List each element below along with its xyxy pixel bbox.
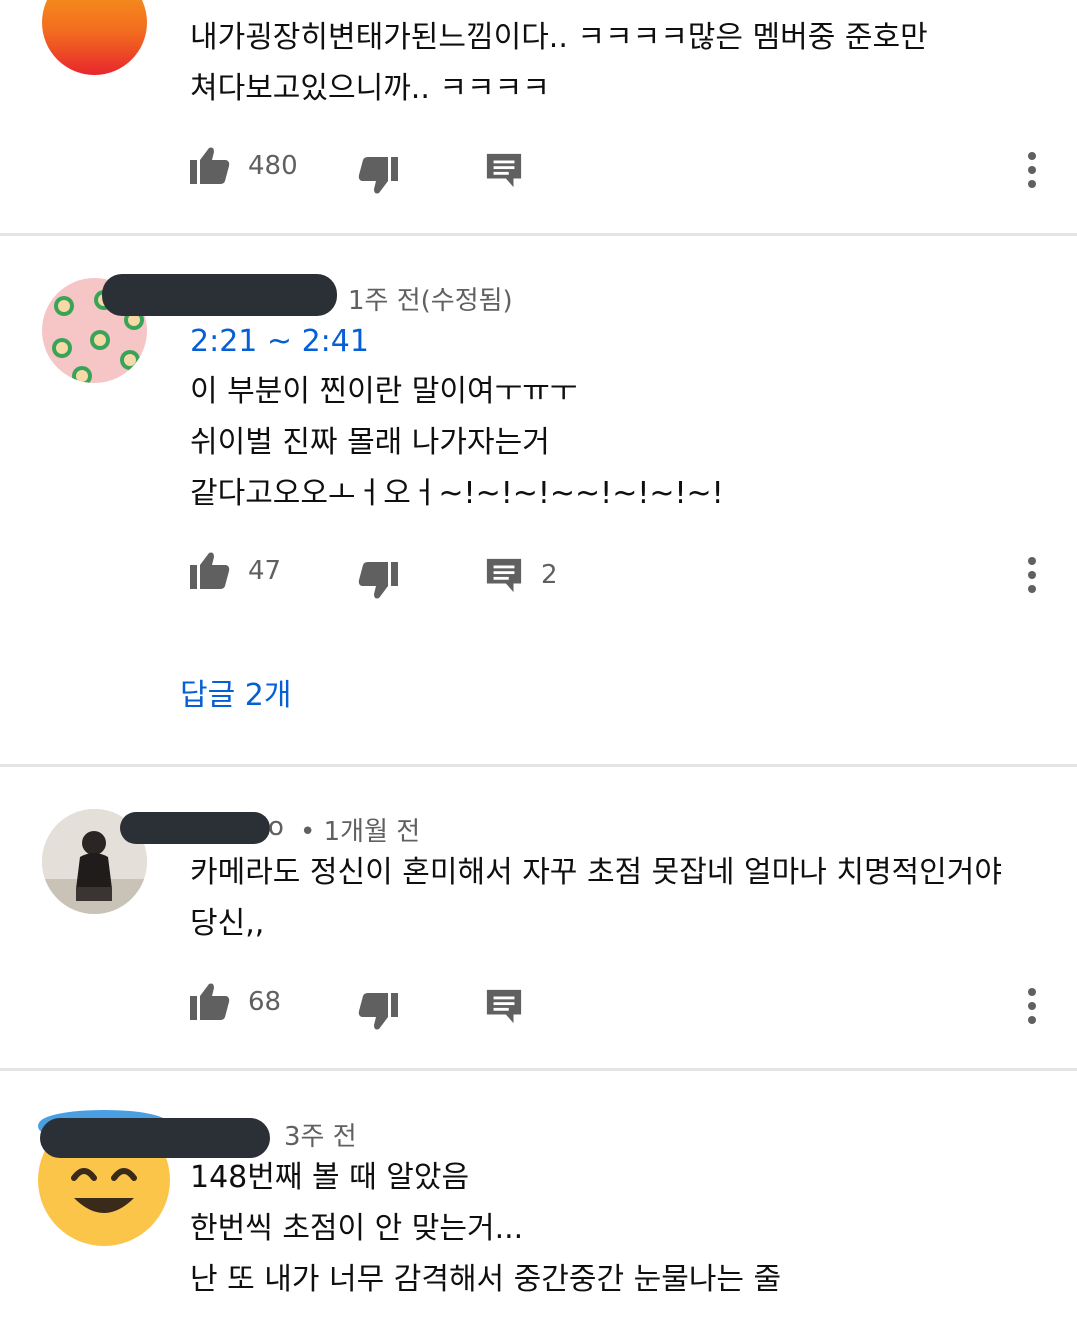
reply-button[interactable]: 2 [485, 556, 558, 594]
view-replies-link[interactable]: 답글 2개 [180, 670, 291, 714]
comment-meta: 1주 전(수정됨) [348, 286, 513, 316]
comment-meta: 3주 전 [284, 1122, 357, 1152]
divider [0, 1068, 1077, 1071]
comment-text-line: 내가굉장히변태가된느낌이다.. ㅋㅋㅋㅋ많은 멤버중 준호만 [190, 20, 928, 55]
reply-count: 2 [541, 560, 558, 590]
comment-text-line: 한번씩 초점이 안 맞는거... [190, 1211, 524, 1246]
comment-text-line: 카메라도 정신이 혼미해서 자꾸 초점 못잡네 얼마나 치명적인거야 [190, 855, 1002, 890]
dislike-button[interactable] [358, 991, 398, 1031]
like-count: 47 [248, 556, 282, 586]
comment-text-line: 당신,, [190, 906, 265, 941]
like-button[interactable]: 480 [190, 146, 298, 186]
like-count: 68 [248, 987, 282, 1017]
dislike-button[interactable] [358, 560, 398, 600]
like-count: 480 [248, 151, 298, 181]
divider [0, 764, 1077, 767]
dislike-button[interactable] [358, 155, 398, 195]
more-vert-icon[interactable] [1026, 557, 1038, 597]
reply-button[interactable] [485, 151, 523, 189]
comment-text-line: 148번째 볼 때 알았음 [190, 1160, 470, 1195]
comment-text-line: 쳐다보고있으니까.. ㅋㅋㅋㅋ [190, 71, 550, 106]
redacted-username [102, 274, 337, 316]
redacted-username [120, 812, 270, 844]
comment-icon [485, 987, 523, 1025]
comment-text-line: 난 또 내가 너무 감격해서 중간중간 눈물나는 줄 [190, 1262, 782, 1297]
like-button[interactable]: 68 [190, 982, 281, 1022]
timestamp-link[interactable]: 2:21 ~ 2:41 [190, 324, 369, 359]
comment-text-line: 이 부분이 찐이란 말이여ㅜㅠㅜ [190, 374, 578, 409]
comment-text-line: 쉬이벌 진짜 몰래 나가자는거 [190, 425, 550, 460]
redacted-username [40, 1118, 270, 1158]
thumb-down-icon [358, 991, 398, 1031]
thumb-down-icon [358, 560, 398, 600]
more-vert-icon[interactable] [1026, 988, 1038, 1028]
avatar[interactable] [42, 0, 147, 75]
more-vert-icon[interactable] [1026, 152, 1038, 192]
thumb-up-icon [190, 551, 230, 591]
thumb-down-icon [358, 155, 398, 195]
divider [0, 233, 1077, 236]
reply-button[interactable] [485, 987, 523, 1025]
thumb-up-icon [190, 146, 230, 186]
comment-icon [485, 556, 523, 594]
comment-text-line: 같다고오오ㅗㅓ오ㅓ~!~!~!~~!~!~!~! [190, 476, 724, 511]
comment-icon [485, 151, 523, 189]
like-button[interactable]: 47 [190, 551, 281, 591]
thumb-up-icon [190, 982, 230, 1022]
comment-meta: • 1개월 전 [300, 817, 421, 847]
username-tail: o [268, 812, 284, 842]
